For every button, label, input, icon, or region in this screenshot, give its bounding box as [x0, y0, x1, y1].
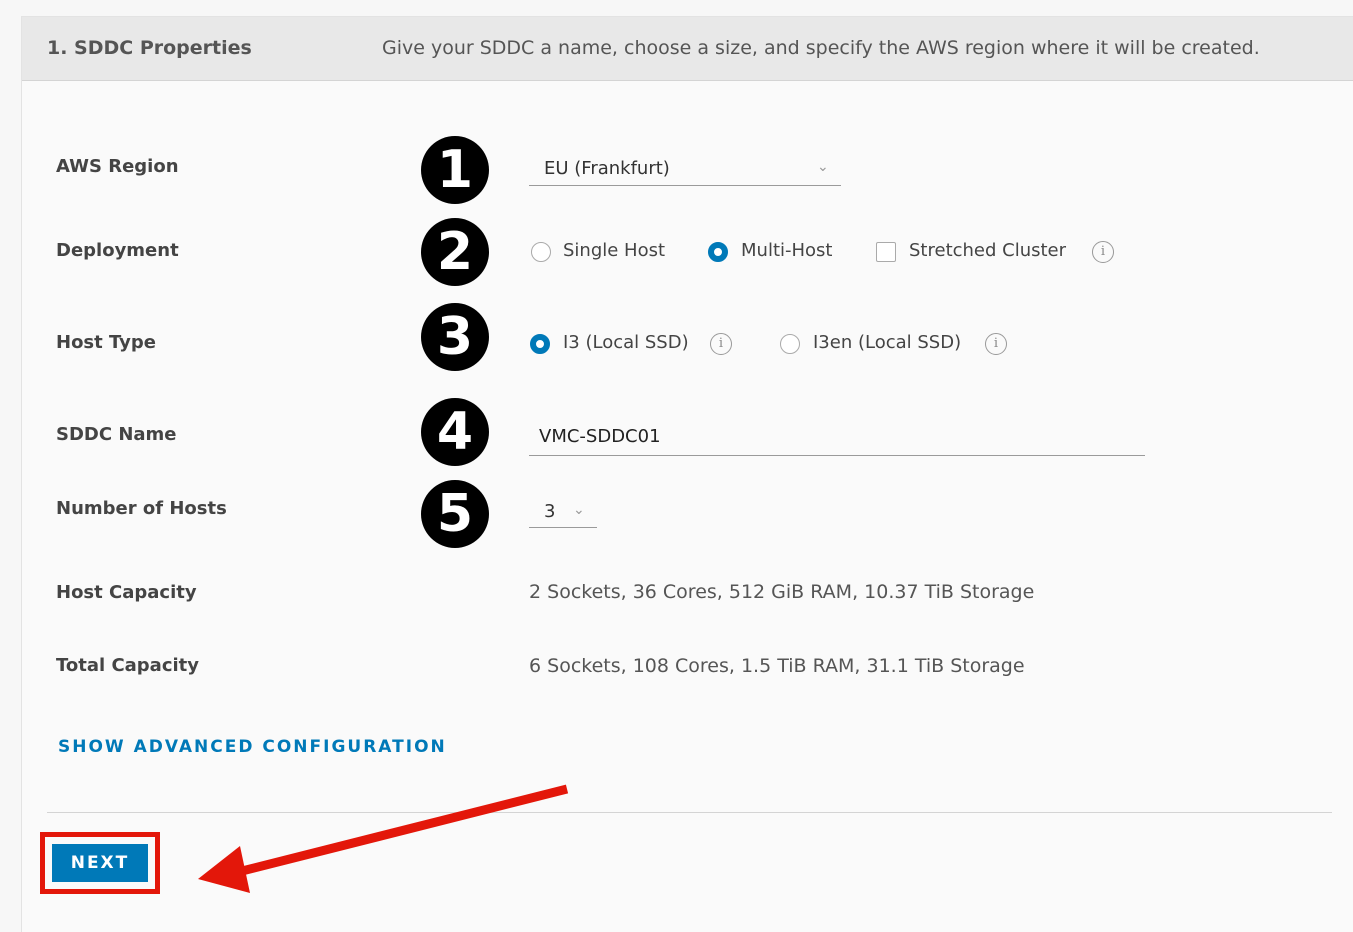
arrow-shaft: [236, 784, 569, 877]
annotation-arrow: [198, 784, 569, 893]
arrow-head: [198, 846, 250, 893]
